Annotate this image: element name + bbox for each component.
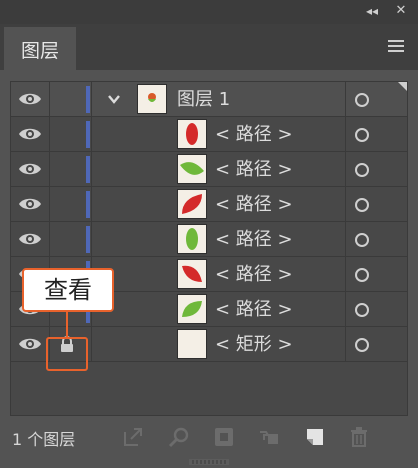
eye-icon[interactable] [18, 336, 42, 352]
create-new-layer-icon[interactable] [304, 426, 326, 448]
collect-for-export-icon[interactable] [122, 426, 144, 448]
panel-footer: 1 个图层 [0, 420, 418, 454]
target-icon[interactable] [355, 93, 369, 107]
eye-icon[interactable] [18, 91, 42, 107]
target-icon[interactable] [355, 198, 369, 212]
eye-icon[interactable] [18, 161, 42, 177]
target-icon[interactable] [355, 338, 369, 352]
path-thumbnail-icon [177, 119, 207, 149]
target-icon[interactable] [355, 163, 369, 177]
make-clipping-mask-icon[interactable] [213, 426, 235, 448]
resize-grip-icon[interactable] [189, 459, 229, 465]
sublayer-label[interactable]: < 路径 > [215, 257, 293, 292]
layer-color-bar [86, 226, 90, 253]
panel-menu-icon[interactable] [388, 40, 404, 52]
target-icon[interactable] [355, 268, 369, 282]
layer-color-bar [86, 121, 90, 148]
eye-icon[interactable] [18, 231, 42, 247]
target-icon[interactable] [355, 128, 369, 142]
sublayer-label[interactable]: < 路径 > [215, 152, 293, 187]
panel-titlebar: ◂◂ ✕ [0, 0, 418, 24]
collapse-panel-button[interactable]: ◂◂ [362, 3, 382, 19]
annotation-callout: 查看 [22, 268, 114, 312]
sublayer-row[interactable]: < 路径 > [11, 117, 407, 152]
path-thumbnail-icon [177, 259, 207, 289]
eye-icon[interactable] [18, 196, 42, 212]
layer-color-bar [86, 156, 90, 183]
create-sublayer-icon[interactable] [258, 426, 280, 448]
layer-name[interactable]: 图层 1 [177, 82, 230, 117]
tab-layers[interactable]: 图层 [4, 27, 76, 71]
sublayer-label[interactable]: < 路径 > [215, 292, 293, 327]
sublayer-label[interactable]: < 路径 > [215, 187, 293, 222]
tab-bar: 图层 [0, 24, 418, 71]
rect-thumbnail-icon [177, 329, 207, 359]
layer-color-bar [86, 191, 90, 218]
sublayer-label[interactable]: < 矩形 > [215, 327, 293, 362]
sublayer-row[interactable]: < 路径 > [11, 187, 407, 222]
path-thumbnail-icon [177, 154, 207, 184]
layer-row-parent[interactable]: 图层 1 [11, 82, 407, 117]
annotation-highlight-box [46, 337, 88, 371]
chevron-down-icon[interactable] [106, 91, 122, 107]
close-panel-button[interactable]: ✕ [392, 3, 410, 19]
path-thumbnail-icon [177, 294, 207, 324]
sublayer-row[interactable]: < 路径 > [11, 152, 407, 187]
path-thumbnail-icon [177, 189, 207, 219]
locate-object-icon[interactable] [168, 426, 190, 448]
path-thumbnail-icon [177, 224, 207, 254]
sublayer-label[interactable]: < 路径 > [215, 117, 293, 152]
layer-count: 1 个图层 [12, 430, 76, 449]
selection-corner-icon [398, 82, 407, 91]
layer-color-bar [86, 86, 90, 113]
sublayer-label[interactable]: < 路径 > [215, 222, 293, 257]
sublayer-row[interactable]: < 路径 > [11, 222, 407, 257]
layer-thumbnail-icon [137, 84, 167, 114]
delete-icon[interactable] [348, 426, 370, 448]
target-icon[interactable] [355, 233, 369, 247]
target-icon[interactable] [355, 303, 369, 317]
annotation-pointer [66, 312, 68, 338]
eye-icon[interactable] [18, 126, 42, 142]
